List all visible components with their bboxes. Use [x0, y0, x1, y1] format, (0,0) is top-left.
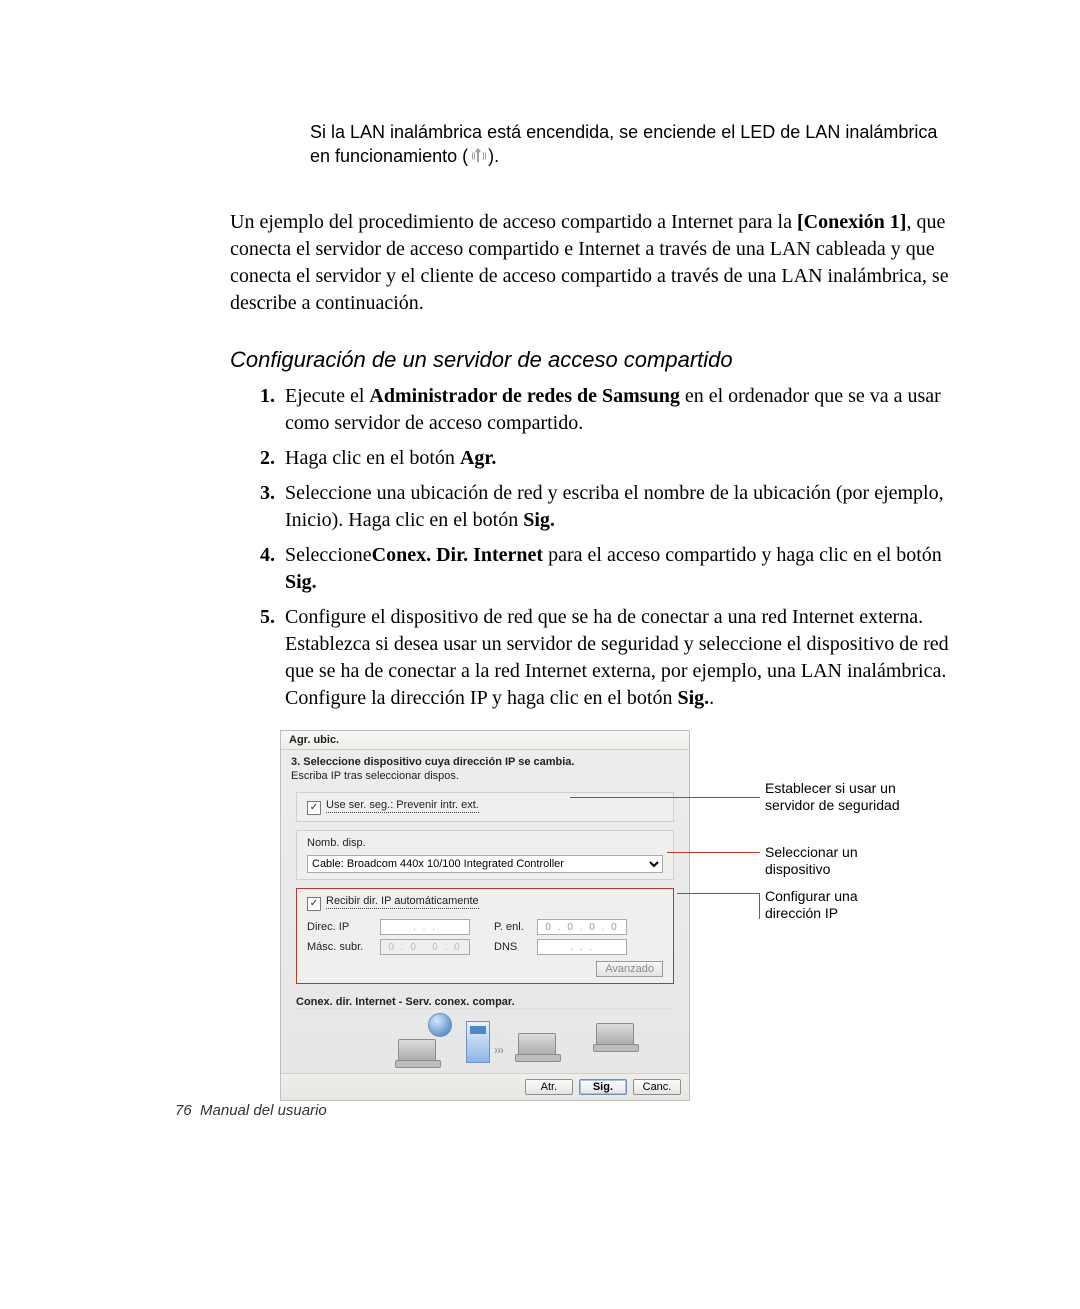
callout-leader-2: [667, 852, 760, 853]
dns-field[interactable]: . . .: [537, 939, 627, 955]
callout-device: Seleccionar un dispositivo: [765, 844, 900, 879]
step-3: Seleccione una ubicación de red y escrib…: [280, 480, 950, 534]
gateway-field[interactable]: 0 . 0 . 0 . 0: [537, 919, 627, 935]
firewall-label: Use ser. seg.: Prevenir intr. ext.: [326, 799, 479, 813]
connection-diagram: Conex. dir. Internet - Serv. conex. comp…: [296, 992, 674, 1073]
step-2: Haga clic en el botón Agr.: [280, 445, 950, 472]
callout-leader-3a: [677, 893, 760, 894]
page-number: 76: [175, 1102, 192, 1119]
wireless-waves-icon: ›››: [494, 1043, 503, 1057]
dns-label: DNS: [494, 941, 534, 953]
gateway-label: P. enl.: [494, 921, 534, 933]
section-title: Configuración de un servidor de acceso c…: [230, 347, 950, 373]
wlan-note: Si la LAN inalámbrica está encendida, se…: [310, 120, 950, 169]
page-footer: 76 Manual del usuario: [175, 1102, 327, 1119]
advanced-button[interactable]: Avanzado: [596, 961, 663, 977]
wlan-led-icon: [468, 150, 488, 164]
dialog-heading: 3. Seleccione dispositivo cuya dirección…: [281, 750, 689, 770]
laptop-icon: [518, 1033, 556, 1057]
note-line1: Si la LAN inalámbrica está encendida, se…: [310, 122, 937, 142]
laptop-icon: [398, 1039, 436, 1063]
cancel-button[interactable]: Canc.: [633, 1079, 681, 1095]
mask-label: Másc. subr.: [307, 941, 377, 953]
note-line2-pre: en funcionamiento (: [310, 146, 468, 166]
note-line2-post: ).: [488, 146, 499, 166]
intro-paragraph: Un ejemplo del procedimiento de acceso c…: [230, 209, 950, 317]
steps-list: Ejecute el Administrador de redes de Sam…: [230, 383, 950, 712]
step-1: Ejecute el Administrador de redes de Sam…: [280, 383, 950, 437]
callout-firewall: Establecer si usar un servidor de seguri…: [765, 780, 900, 815]
ip-label: Direc. IP: [307, 921, 377, 933]
device-section: Nomb. disp. Cable: Broadcom 440x 10/100 …: [296, 830, 674, 880]
device-label: Nomb. disp.: [307, 837, 663, 849]
device-select[interactable]: Cable: Broadcom 440x 10/100 Integrated C…: [307, 855, 663, 873]
add-location-dialog: Agr. ubic. 3. Seleccione dispositivo cuy…: [280, 730, 690, 1101]
callout-ip: Configurar una dirección IP: [765, 888, 900, 923]
step-4: SeleccioneConex. Dir. Internet para el a…: [280, 542, 950, 596]
dialog-subheading: Escriba IP tras seleccionar dispos.: [281, 770, 689, 792]
auto-ip-label: Recibir dir. IP automáticamente: [326, 895, 479, 909]
server-tower-icon: [466, 1021, 490, 1063]
step-5: Configure el dispositivo de red que se h…: [280, 604, 950, 712]
diagram-title: Conex. dir. Internet - Serv. conex. comp…: [296, 996, 674, 1008]
globe-icon: [428, 1013, 452, 1037]
callout-leader-3b: [759, 893, 760, 919]
auto-ip-checkbox[interactable]: ✓: [307, 897, 321, 911]
mask-field[interactable]: 0 . 0 . 0 . 0: [380, 939, 470, 955]
laptop-icon: [596, 1023, 634, 1047]
firewall-checkbox[interactable]: ✓: [307, 801, 321, 815]
dialog-figure: Establecer si usar un servidor de seguri…: [280, 730, 910, 1101]
dialog-title: Agr. ubic.: [281, 731, 689, 750]
ip-section: ✓ Recibir dir. IP automáticamente Direc. …: [296, 888, 674, 984]
ip-field[interactable]: . . .: [380, 919, 470, 935]
callout-leader-1: [570, 797, 760, 798]
footer-label: Manual del usuario: [200, 1102, 327, 1119]
back-button[interactable]: Atr.: [525, 1079, 573, 1095]
next-button[interactable]: Sig.: [579, 1079, 627, 1095]
dialog-footer: Atr. Sig. Canc.: [281, 1073, 689, 1100]
